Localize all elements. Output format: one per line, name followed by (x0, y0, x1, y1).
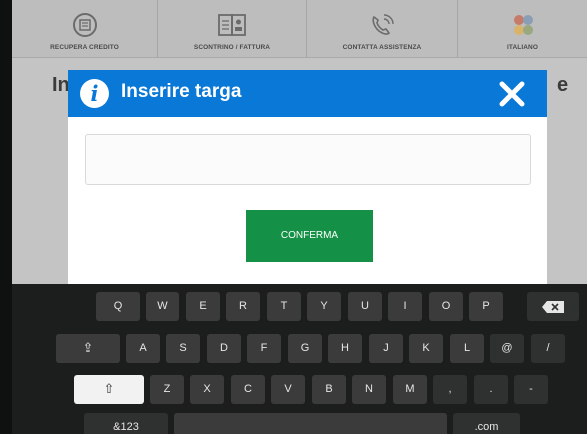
contatta-assistenza-label: CONTATTA ASSISTENZA (342, 44, 422, 51)
language-flags-icon (513, 15, 533, 35)
key-x[interactable]: X (190, 375, 224, 404)
key-o[interactable]: O (429, 292, 463, 321)
license-plate-input[interactable] (85, 134, 531, 185)
key-f[interactable]: F (247, 334, 281, 363)
key-l[interactable]: L (450, 334, 484, 363)
key-i[interactable]: I (388, 292, 422, 321)
dialog-title: Inserire targa (121, 81, 242, 102)
key-s[interactable]: S (166, 334, 200, 363)
key-dash[interactable]: - (514, 375, 548, 404)
credit-coin-icon (72, 13, 97, 37)
key-q[interactable]: Q (96, 292, 140, 321)
key-comma[interactable]: , (433, 375, 467, 404)
phone-support-icon (372, 14, 394, 35)
key-z[interactable]: Z (150, 375, 184, 404)
backspace-icon (542, 301, 564, 313)
language-label: ITALIANO (506, 44, 538, 51)
scontrino-fattura-label: SCONTRINO / FATTURA (193, 44, 271, 51)
key-y[interactable]: Y (307, 292, 341, 321)
key-slash[interactable]: / (531, 334, 565, 363)
key-g[interactable]: G (288, 334, 322, 363)
backspace-key[interactable] (527, 292, 579, 321)
key-t[interactable]: T (267, 292, 301, 321)
info-icon: i (80, 79, 109, 108)
contatta-assistenza-button[interactable]: CONTATTA ASSISTENZA (307, 0, 458, 57)
key-period[interactable]: . (474, 375, 508, 404)
caps-lock-icon: ⇪ (82, 341, 94, 356)
key-k[interactable]: K (409, 334, 443, 363)
key-at[interactable]: @ (490, 334, 524, 363)
key-v[interactable]: V (271, 375, 305, 404)
receipt-icon (218, 14, 246, 36)
key-e[interactable]: E (186, 292, 220, 321)
license-plate-dialog: i Inserire targa CONFERMA (68, 70, 547, 300)
space-key[interactable] (174, 413, 447, 434)
key-n[interactable]: N (352, 375, 386, 404)
confirm-button[interactable]: CONFERMA (246, 210, 373, 262)
scontrino-fattura-button[interactable]: SCONTRINO / FATTURA (158, 0, 307, 57)
background-title-right: e (557, 74, 569, 96)
caps-lock-key[interactable]: ⇪ (56, 334, 120, 363)
key-h[interactable]: H (328, 334, 362, 363)
shift-icon: ⇧ (103, 382, 115, 397)
key-r[interactable]: R (226, 292, 260, 321)
key-b[interactable]: B (312, 375, 346, 404)
key-d[interactable]: D (207, 334, 241, 363)
key-p[interactable]: P (469, 292, 503, 321)
top-toolbar: RECUPERA CREDITO SCONTRINO / FATTURA CON… (12, 0, 587, 58)
key-m[interactable]: M (393, 375, 427, 404)
key-j[interactable]: J (369, 334, 403, 363)
key-a[interactable]: A (126, 334, 160, 363)
key-u[interactable]: U (348, 292, 382, 321)
onscreen-keyboard: Q W E R T Y U I O P ⇪ A S D F G H J K L … (12, 284, 587, 434)
key-w[interactable]: W (146, 292, 179, 321)
shift-key[interactable]: ⇧ (74, 375, 144, 404)
recupera-credito-label: RECUPERA CREDITO (50, 44, 119, 51)
symbols-key[interactable]: &123 (84, 413, 168, 434)
language-button[interactable]: ITALIANO (458, 0, 587, 57)
key-c[interactable]: C (231, 375, 265, 404)
close-icon[interactable] (498, 80, 526, 108)
recupera-credito-button[interactable]: RECUPERA CREDITO (12, 0, 158, 57)
dialog-header: i Inserire targa (68, 70, 547, 117)
app-screen: RECUPERA CREDITO SCONTRINO / FATTURA CON… (12, 0, 587, 434)
dotcom-key[interactable]: .com (453, 413, 520, 434)
